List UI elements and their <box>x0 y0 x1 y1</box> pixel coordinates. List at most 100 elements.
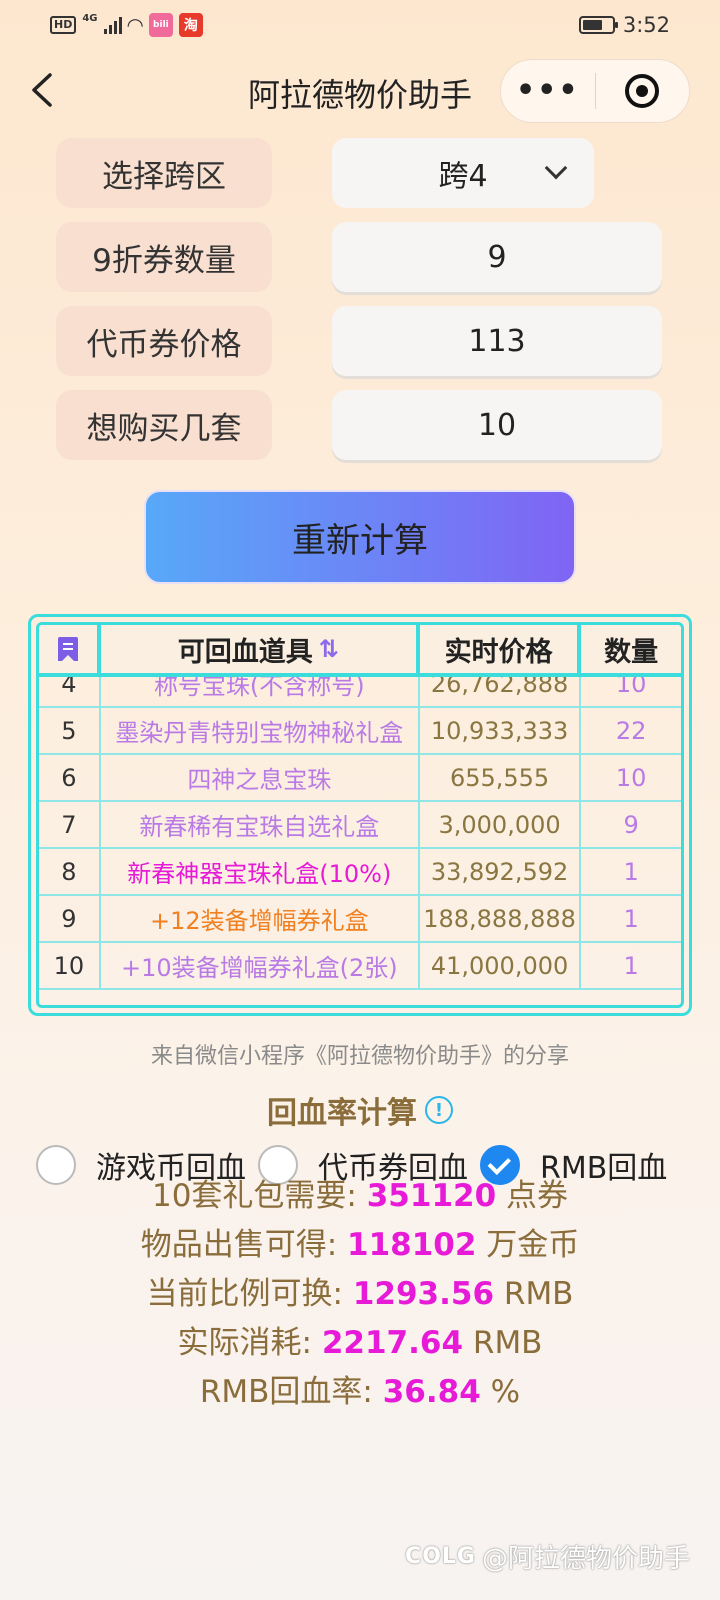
row-item-name: 四神之息宝珠 <box>101 755 420 800</box>
result-prefix: 10套礼包需要: <box>151 1178 367 1214</box>
mini-program-capsule: ••• <box>500 59 690 123</box>
more-button[interactable]: ••• <box>501 60 595 122</box>
clock: 3:52 <box>622 13 670 37</box>
close-miniprogram-button[interactable] <box>596 60 690 122</box>
row-index: 9 <box>39 896 101 941</box>
result-value: 1293.56 <box>352 1276 495 1312</box>
result-value: 2217.64 <box>321 1325 464 1361</box>
table-header: 可回血道具 ⇅ 实时价格 数量 <box>39 625 681 677</box>
row-price: 33,892,592 <box>420 849 582 894</box>
token-price-label: 代币券价格 <box>56 306 272 376</box>
row-index: 6 <box>39 755 101 800</box>
table-row[interactable]: 7 新春稀有宝珠自选礼盒 3,000,000 9 <box>39 802 681 849</box>
table-row[interactable]: 6 四神之息宝珠 655,555 10 <box>39 755 681 802</box>
result-line: 当前比例可换: 1293.56 RMB <box>0 1268 720 1313</box>
bookmark-icon <box>57 637 78 662</box>
header-item-label: 可回血道具 <box>177 636 313 668</box>
row-qty: 10 <box>615 763 647 792</box>
cross-zone-label: 选择跨区 <box>56 138 272 208</box>
row-item-name: +12装备增幅券礼盒 <box>101 896 420 941</box>
result-prefix: RMB回血率: <box>199 1374 383 1410</box>
coupon-count-input[interactable]: 9 <box>332 222 662 292</box>
bilibili-icon: bili <box>148 13 173 37</box>
token-price-input[interactable]: 113 <box>332 306 662 376</box>
result-suffix: % <box>480 1374 521 1410</box>
row-qty: 9 <box>623 810 639 839</box>
table-body: 4 称号宝珠(不含称号) 26,762,888 10 5 墨染丹青特别宝物神秘礼盒 10,9… <box>39 661 681 990</box>
watermark-text: @阿拉德物价助手 <box>481 1544 690 1574</box>
status-left: HD 4G ◠ bili 淘 <box>50 13 203 37</box>
table-row[interactable]: 10 +10装备增幅券礼盒(2张) 41,000,000 1 <box>39 943 681 990</box>
sets-label: 想购买几套 <box>56 390 272 460</box>
result-value: 118102 <box>347 1227 477 1263</box>
row-price: 3,000,000 <box>420 802 582 847</box>
row-qty: 22 <box>615 716 647 745</box>
more-dots-icon: ••• <box>515 73 580 108</box>
nav-bar: 阿拉德物价助手 ••• <box>0 56 720 128</box>
result-value: 36.84 <box>382 1374 481 1410</box>
cross-zone-row: 选择跨区 跨4 <box>56 138 676 208</box>
colg-logo: COLG <box>405 1544 476 1569</box>
result-suffix: 万金币 <box>476 1227 580 1263</box>
result-suffix: RMB <box>494 1276 574 1312</box>
result-prefix: 当前比例可换: <box>146 1276 353 1312</box>
network-label: 4G <box>82 13 98 24</box>
row-item-name: 新春神器宝珠礼盒(10%) <box>101 849 420 894</box>
row-price: 10,933,333 <box>420 708 582 753</box>
info-icon[interactable]: ! <box>425 1096 453 1124</box>
section-title-label: 回血率计算 <box>267 1096 417 1131</box>
table-row[interactable]: 9 +12装备增幅券礼盒 188,888,888 1 <box>39 896 681 943</box>
table-row[interactable]: 8 新春神器宝珠礼盒(10%) 33,892,592 1 <box>39 849 681 896</box>
header-qty: 数量 <box>604 636 659 668</box>
target-icon <box>625 74 660 108</box>
wifi-icon: ◠ <box>127 13 143 37</box>
row-price: 655,555 <box>420 755 582 800</box>
result-prefix: 实际消耗: <box>177 1325 322 1361</box>
share-text: 来自微信小程序《阿拉德物价助手》的分享 <box>150 1044 569 1069</box>
row-index: 5 <box>39 708 101 753</box>
hd-badge: HD <box>50 16 77 34</box>
battery-icon <box>578 16 618 34</box>
row-item-name: 墨染丹青特别宝物神秘礼盒 <box>101 708 420 753</box>
token-price-row: 代币券价格 113 <box>56 306 676 376</box>
cross-zone-value: 跨4 <box>438 159 488 194</box>
taobao-icon: 淘 <box>178 13 203 37</box>
row-item-name: +10装备增幅券礼盒(2张) <box>101 943 420 988</box>
items-table: 可回血道具 ⇅ 实时价格 数量 4 称号宝珠(不含称号) 26,762,888 10 5… <box>28 614 692 1016</box>
result-line: RMB回血率: 36.84 % <box>0 1366 720 1411</box>
result-suffix: 点券 <box>496 1178 569 1214</box>
result-line: 10套礼包需要: 351120 点券 <box>0 1170 720 1215</box>
sort-icon[interactable]: ⇅ <box>319 635 339 663</box>
sets-row: 想购买几套 10 <box>56 390 676 460</box>
row-item-name: 新春稀有宝珠自选礼盒 <box>101 802 420 847</box>
row-price: 41,000,000 <box>420 943 582 988</box>
cross-zone-select[interactable]: 跨4 <box>332 138 594 208</box>
row-price: 188,888,888 <box>420 896 582 941</box>
result-prefix: 物品出售可得: <box>140 1227 348 1263</box>
coupon-count-label: 9折券数量 <box>56 222 272 292</box>
row-qty: 1 <box>623 951 639 980</box>
result-suffix: RMB <box>463 1325 543 1361</box>
signal-icon <box>103 16 122 34</box>
status-bar: HD 4G ◠ bili 淘 3:52 <box>0 0 720 50</box>
row-index: 7 <box>39 802 101 847</box>
sets-input[interactable]: 10 <box>332 390 662 460</box>
row-qty: 1 <box>623 904 639 933</box>
watermark: COLG @阿拉德物价助手 <box>405 1538 690 1575</box>
header-price: 实时价格 <box>420 625 582 673</box>
result-line: 实际消耗: 2217.64 RMB <box>0 1317 720 1362</box>
table-row[interactable]: 5 墨染丹青特别宝物神秘礼盒 10,933,333 22 <box>39 708 681 755</box>
items-table-inner[interactable]: 可回血道具 ⇅ 实时价格 数量 4 称号宝珠(不含称号) 26,762,888 10 5… <box>36 622 684 1008</box>
chevron-down-icon <box>544 156 568 180</box>
recalculate-button[interactable]: 重新计算 <box>144 490 576 584</box>
row-index: 10 <box>39 943 101 988</box>
header-item[interactable]: 可回血道具 ⇅ <box>101 625 420 673</box>
row-qty: 1 <box>623 857 639 886</box>
coupon-count-row: 9折券数量 9 <box>56 222 676 292</box>
section-title: 回血率计算 ! <box>0 1088 720 1132</box>
result-line: 物品出售可得: 118102 万金币 <box>0 1219 720 1264</box>
row-index: 8 <box>39 849 101 894</box>
header-bookmark-cell <box>39 625 101 673</box>
status-right: 3:52 <box>578 13 670 37</box>
result-value: 351120 <box>366 1178 497 1214</box>
